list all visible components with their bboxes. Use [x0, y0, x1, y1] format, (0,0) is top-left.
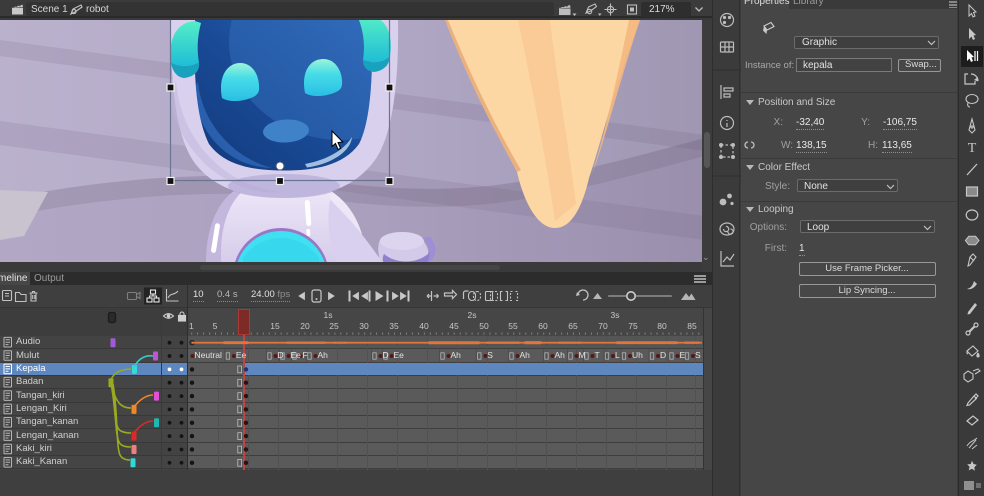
svg-text:T: T: [968, 141, 977, 156]
